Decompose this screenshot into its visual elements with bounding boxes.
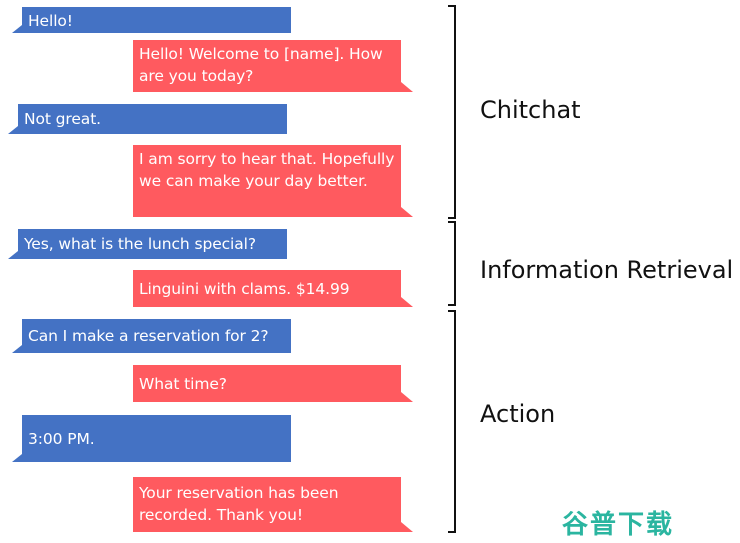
message-text: I am sorry to hear that. Hopefully we ca… [139,150,395,190]
message-text: Linguini with clams. $14.99 [139,280,350,298]
user-message-bubble: Hello! [12,7,291,33]
bubble-tail [12,454,22,462]
message-text: Your reservation has been recorded. Than… [139,484,339,524]
bubble-tail [401,207,413,217]
bubble-tail [401,392,413,402]
message-text: 3:00 PM. [28,430,95,448]
bot-message-bubble: Linguini with clams. $14.99 [133,270,413,307]
bracket-action [448,310,456,533]
bubble-tail [401,82,413,92]
bubble-tail [8,251,18,259]
category-label-chitchat: Chitchat [480,96,581,124]
message-text: Yes, what is the lunch special? [24,235,256,253]
bracket-information-retrieval [448,221,456,306]
bot-message-bubble: I am sorry to hear that. Hopefully we ca… [133,145,413,217]
bot-message-bubble: What time? [133,365,413,402]
message-text: Can I make a reservation for 2? [28,327,269,345]
bot-message-bubble: Your reservation has been recorded. Than… [133,477,413,532]
bracket-chitchat [448,5,456,219]
message-text: What time? [139,375,227,393]
message-text: Not great. [24,110,101,128]
user-message-bubble: 3:00 PM. [12,415,291,462]
bubble-tail [8,126,18,134]
bubble-tail [401,522,413,532]
message-text: Hello! [28,12,73,30]
message-text: Hello! Welcome to [name]. How are you to… [139,45,383,85]
user-message-bubble: Yes, what is the lunch special? [8,229,287,259]
category-label-information-retrieval: Information Retrieval [480,256,734,284]
watermark: 谷普下载 [562,510,675,540]
bubble-tail [12,345,22,353]
bubble-tail [401,297,413,307]
category-label-action: Action [480,400,556,428]
bot-message-bubble: Hello! Welcome to [name]. How are you to… [133,40,413,92]
user-message-bubble: Can I make a reservation for 2? [12,319,291,353]
user-message-bubble: Not great. [8,104,287,134]
bubble-tail [12,25,22,33]
